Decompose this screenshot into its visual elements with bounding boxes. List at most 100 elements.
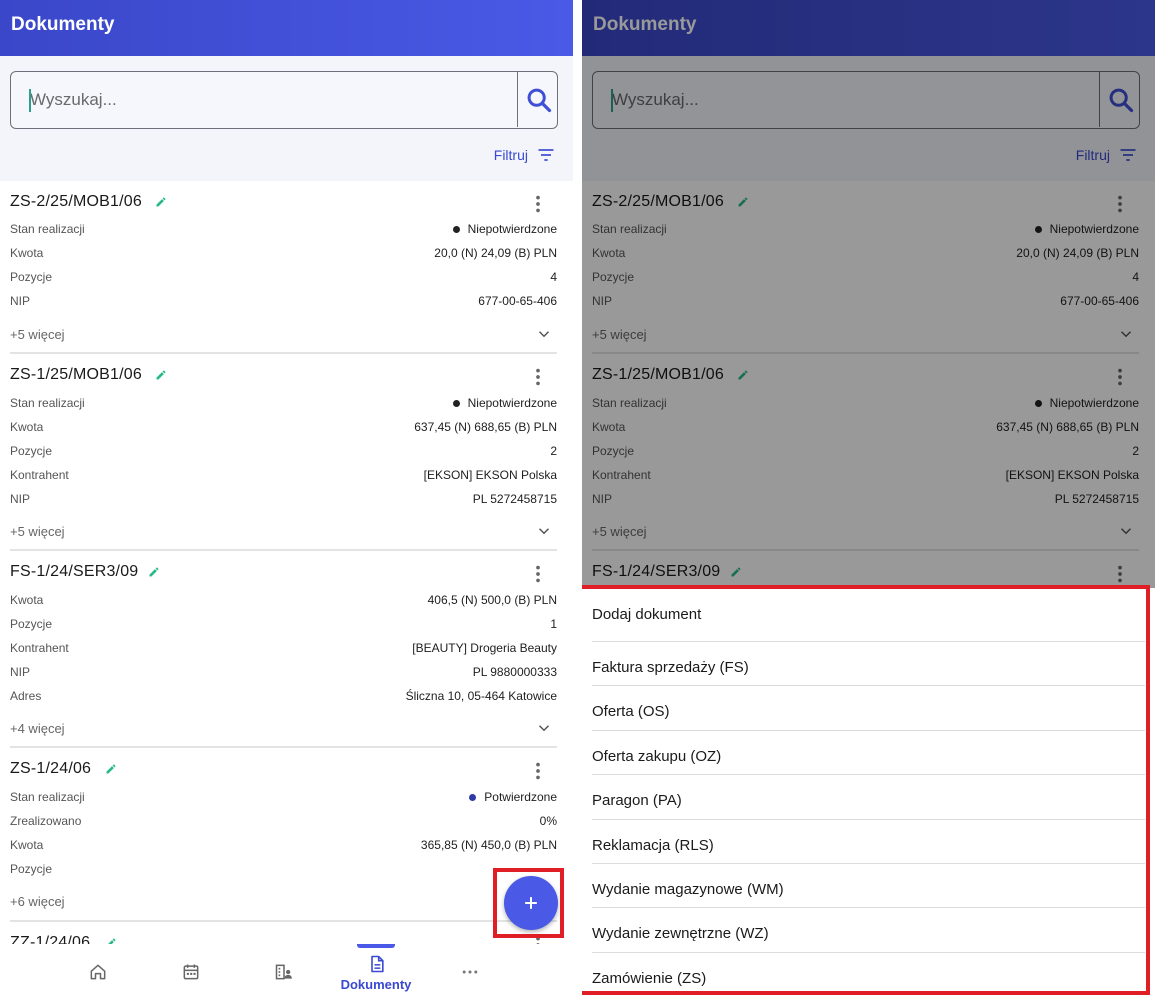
page-title: Dokumenty [11,14,115,35]
show-more-link[interactable]: +4 więcej [10,721,65,736]
expand-button[interactable] [535,325,553,348]
pencil-icon[interactable] [148,566,160,578]
show-more-link[interactable]: +6 więcej [10,894,65,909]
field-value-text: 637,45 (N) 688,65 (B) PLN [414,420,557,434]
field-row: Zrealizowano 0% [10,814,557,834]
field-row: Kontrahent [EKSON] EKSON Polska [10,468,557,488]
field-value: Śliczna 10, 05-464 Katowice [406,689,557,703]
document-card[interactable]: ZS-1/25/MOB1/06 Stan realizacji Niepotwier… [0,354,573,551]
card-menu-button[interactable] [527,366,549,393]
document-icon [371,955,384,973]
edit-icon-wrap[interactable] [155,368,167,386]
filter-icon [538,149,554,161]
field-label: Pozycje [10,617,53,631]
document-card[interactable]: ZS-2/25/MOB1/06 Stan realizacji Niepotwier… [0,181,573,354]
pencil-icon[interactable] [155,196,167,208]
active-tab-indicator [357,944,395,948]
fab-highlight-box [493,868,564,938]
edit-icon-wrap[interactable] [105,762,117,780]
screen-divider [573,0,582,997]
field-row: Kwota 20,0 (N) 24,09 (B) PLN [10,246,557,266]
card-menu-button[interactable] [527,193,549,220]
field-row: Stan realizacji Niepotwierdzone [10,222,557,242]
more-vertical-icon[interactable] [527,193,549,215]
field-value: 0% [540,814,557,828]
field-value-text: 0% [539,814,557,828]
edit-icon-wrap[interactable] [148,565,160,583]
field-value-text: [BEAUTY] Drogeria Beauty [412,641,557,655]
filter-label: Filtruj [493,147,528,163]
field-value-text: PL 9880000333 [472,665,557,679]
search-area: Wyszukaj... Filtruj [0,56,573,181]
card-menu-button[interactable] [527,563,549,590]
field-label: NIP [10,665,31,679]
field-value: 365,85 (N) 450,0 (B) PLN [421,838,557,852]
field-label: Adres [10,689,42,703]
show-more-link[interactable]: +5 więcej [10,327,65,342]
field-value: 677-00-65-406 [478,294,557,308]
app-bar: Dokumenty [0,0,573,56]
field-row: Pozycje 2 [10,444,557,464]
field-value: [EKSON] EKSON Polska [424,468,557,482]
field-row: NIP PL 5272458715 [10,492,557,512]
field-value: Niepotwierdzone [452,222,557,236]
nav-item-calendar[interactable] [145,944,235,997]
nav-item-more[interactable] [424,944,514,997]
field-value: 637,45 (N) 688,65 (B) PLN [414,420,557,434]
field-row: Kwota 637,45 (N) 688,65 (B) PLN [10,420,557,440]
field-label: Zrealizowano [10,814,82,828]
field-label: Pozycje [10,444,53,458]
field-value-text: 4 [550,270,557,284]
more-vertical-icon[interactable] [527,760,549,782]
nav-item-documents[interactable]: Dokumenty [331,944,421,997]
search-button[interactable] [517,72,557,127]
field-value-text: 365,85 (N) 450,0 (B) PLN [420,838,557,852]
field-label: Stan realizacji [10,222,85,236]
nav-item-contractors[interactable] [238,944,328,997]
chevron-down-icon[interactable] [535,522,553,540]
field-label: Stan realizacji [10,790,85,804]
pencil-icon[interactable] [105,763,117,775]
nav-item-label: Dokumenty [340,977,412,992]
field-value: 406,5 (N) 500,0 (B) PLN [428,593,557,607]
document-number: FS-1/24/SER3/09 [10,563,139,580]
field-row: Adres Śliczna 10, 05-464 Katowice [10,689,557,709]
calendar-icon [183,964,199,980]
document-number: ZS-1/25/MOB1/06 [10,366,142,383]
expand-button[interactable] [535,522,553,545]
field-label: NIP [10,492,31,506]
screen-add-document-sheet: Dokumenty Wyszukaj... Filtruj ZS-2/25/MOB1/… [582,0,1155,997]
search-icon[interactable] [525,86,553,114]
field-row: NIP PL 9880000333 [10,665,557,685]
field-value: PL 5272458715 [473,492,557,506]
field-label: Kontrahent [10,468,69,482]
expand-button[interactable] [535,719,553,742]
field-row: Stan realizacji Niepotwierdzone [10,396,557,416]
chevron-down-icon[interactable] [535,325,553,343]
document-card[interactable]: ZS-1/24/06 Stan realizacji Potwierdzone Zre… [0,748,573,922]
more-vertical-icon[interactable] [527,366,549,388]
field-label: Pozycje [10,270,53,284]
nav-item-home[interactable] [52,944,142,997]
field-value-text: [EKSON] EKSON Polska [423,468,557,482]
more-vertical-icon[interactable] [527,563,549,585]
pencil-icon[interactable] [155,369,167,381]
search-input[interactable]: Wyszukaj... [10,71,558,129]
field-value-text: 677-00-65-406 [478,294,557,308]
chevron-down-icon[interactable] [535,719,553,737]
screen-document-list: Dokumenty Wyszukaj... Filtruj ZS-2/25/MOB1/… [0,0,573,997]
show-more-link[interactable]: +5 więcej [10,524,65,539]
field-value: Potwierdzone [469,790,557,804]
edit-icon-wrap[interactable] [155,195,167,213]
more-horizontal-icon [462,970,478,974]
field-value: 20,0 (N) 24,09 (B) PLN [434,246,557,260]
document-card[interactable]: FS-1/24/SER3/09 Kwota 406,5 (N) 500,0 (B) … [0,551,573,748]
filter-button[interactable]: Filtruj [494,145,556,165]
field-label: Kontrahent [10,641,69,655]
status-dot-icon [452,399,460,407]
document-number: ZS-1/24/06 [10,760,92,777]
field-value-text: Niepotwierdzone [467,222,557,236]
sheet-highlight-box [582,585,1150,995]
card-menu-button[interactable] [527,760,549,787]
text-cursor [29,89,31,112]
